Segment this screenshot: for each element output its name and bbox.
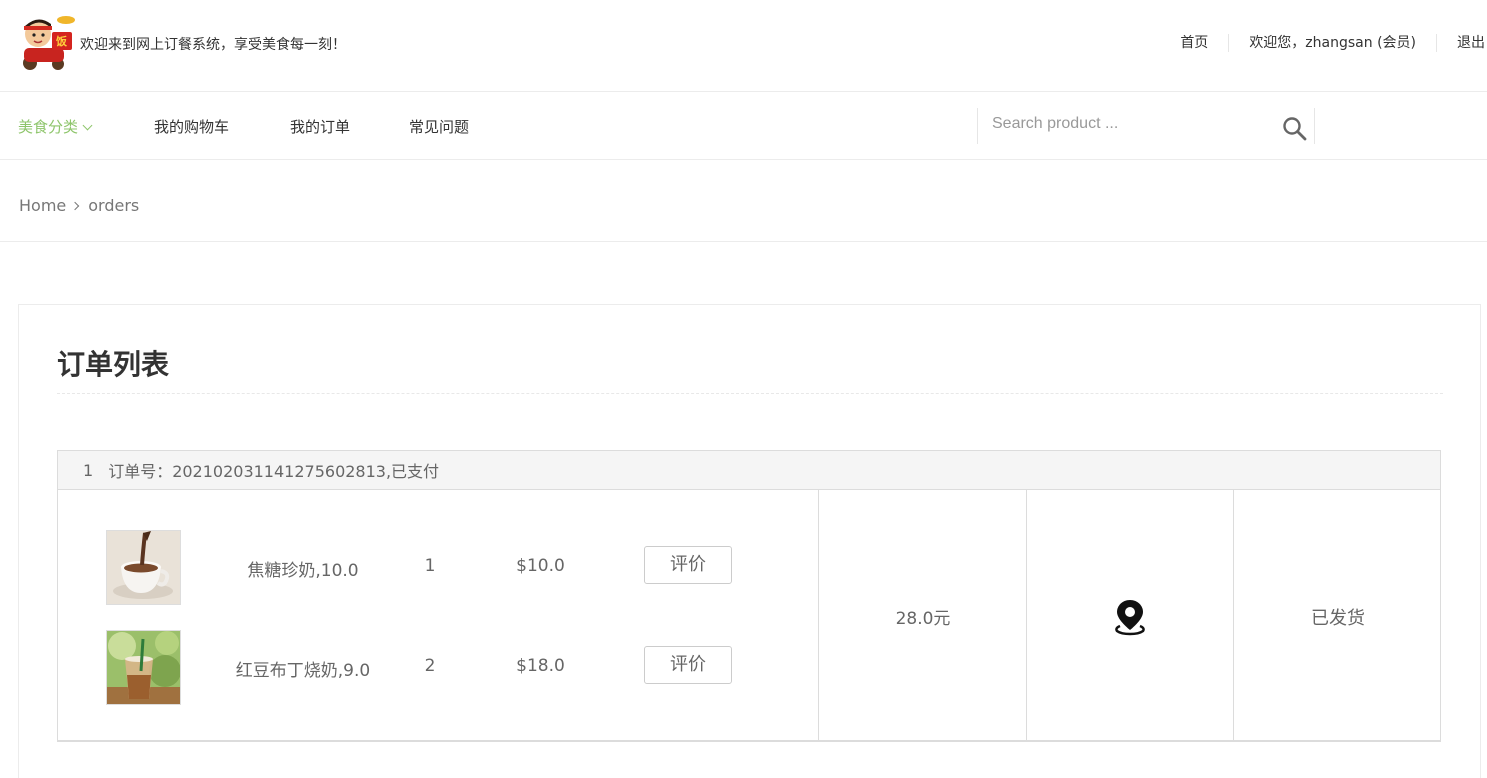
order-total: 28.0元: [895, 609, 951, 629]
title-divider: [57, 393, 1443, 394]
breadcrumb: Home orders: [0, 160, 1487, 242]
item-quantity: 1: [424, 556, 436, 576]
order-index: 1: [83, 460, 94, 480]
logout-link[interactable]: 退出: [1436, 34, 1487, 52]
main-nav: 美食分类 我的购物车 我的订单 常见问题: [0, 92, 1487, 160]
page-title: 订单列表: [57, 348, 170, 381]
home-link[interactable]: 首页: [1160, 34, 1228, 52]
nav-food-categories[interactable]: 美食分类: [18, 116, 93, 137]
nav-food-categories-label: 美食分类: [18, 118, 79, 136]
top-links: 首页 欢迎您，zhangsan (会员) 退出: [1160, 34, 1487, 52]
search-box: [977, 108, 1315, 144]
user-greeting-link[interactable]: 欢迎您，zhangsan (会员): [1228, 34, 1436, 52]
review-button[interactable]: 评价: [644, 646, 732, 684]
nav-my-cart[interactable]: 我的购物车: [154, 116, 229, 137]
svg-text:饭: 饭: [55, 34, 67, 48]
search-icon[interactable]: [1282, 116, 1308, 142]
item-name: 焦糖珍奶,10.0: [247, 561, 359, 581]
coffee-cup-image[interactable]: [106, 530, 181, 605]
top-bar: 饭 欢迎来到网上订餐系统，享受美食每一刻！ 首页 欢迎您，zhangsan (会…: [0, 0, 1487, 92]
nav-faq[interactable]: 常见问题: [409, 116, 469, 137]
chevron-right-icon: [71, 201, 80, 210]
nav-my-orders[interactable]: 我的订单: [290, 116, 350, 137]
item-quantity: 2: [424, 656, 436, 676]
order-item-row: 焦糖珍奶,10.0 1 $10.0 评价: [58, 530, 818, 606]
item-price: $18.0: [516, 656, 565, 676]
breadcrumb-home[interactable]: Home: [19, 196, 66, 215]
order-number-text: 订单号：20210203114127560281­3,已支付: [108, 462, 440, 481]
item-price: $10.0: [516, 556, 565, 576]
item-name: 红豆布丁烧奶,9.0: [235, 661, 371, 681]
site-logo[interactable]: 饭: [16, 14, 76, 72]
iced-drink-image[interactable]: [106, 630, 181, 705]
order-status: 已发货: [1311, 608, 1365, 629]
breadcrumb-current: orders: [88, 196, 140, 215]
order-body: 焦糖珍奶,10.0 1 $10.0 评价 红豆布丁烧奶,9.0 2 $18.0 …: [57, 490, 1441, 742]
chevron-down-icon: [82, 120, 93, 131]
orders-card: 订单列表 1 订单号：20210203114127560281­3,已支付: [18, 304, 1481, 778]
order-item-row: 红豆布丁烧奶,9.0 2 $18.0 评价: [58, 630, 818, 706]
map-pin-icon[interactable]: [1113, 598, 1147, 636]
search-input[interactable]: [992, 112, 1262, 136]
order-header: 1 订单号：20210203114127560281­3,已支付: [57, 450, 1441, 490]
review-button[interactable]: 评价: [644, 546, 732, 584]
welcome-text: 欢迎来到网上订餐系统，享受美食每一刻！: [80, 37, 346, 53]
